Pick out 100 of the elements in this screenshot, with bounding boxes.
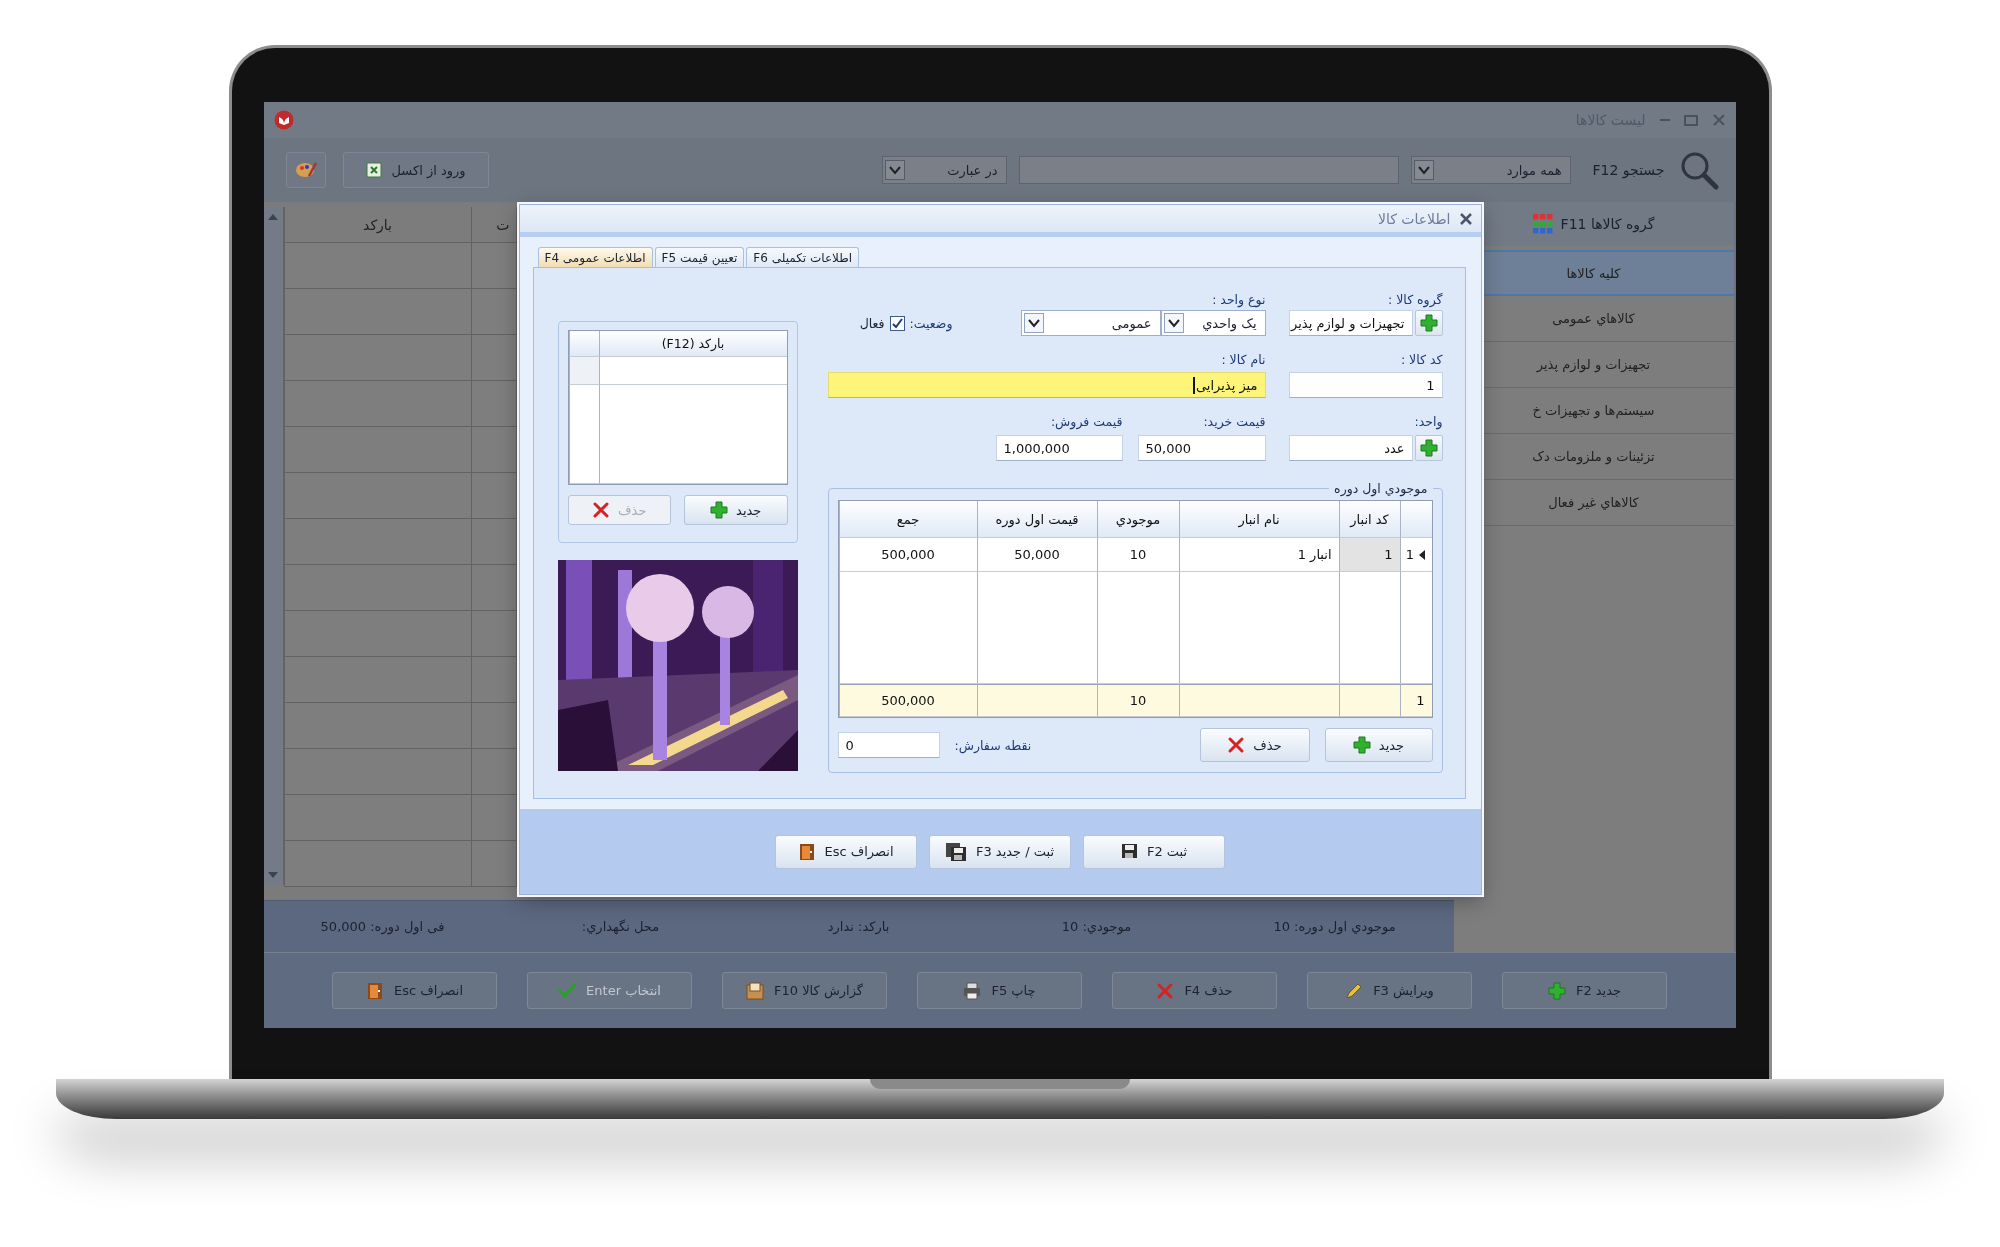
caret-icon <box>1163 313 1184 333</box>
search-label: جستجو F12 <box>1592 162 1665 178</box>
dialog-button[interactable]: ثبت F2 <box>1083 834 1225 869</box>
sale-price-field[interactable]: 1,000,000 <box>995 435 1123 461</box>
table-cell <box>470 289 516 335</box>
name-field[interactable]: میز پذیرایی <box>827 372 1266 398</box>
table-cell: انبار 1 <box>1178 538 1339 572</box>
status-text: موجودي اول دوره: 10 <box>1273 919 1396 935</box>
column-header <box>568 331 599 357</box>
grid-icon <box>1532 214 1553 234</box>
field-label: کد کالا : <box>1399 351 1443 367</box>
table-cell <box>470 749 516 795</box>
stock-button[interactable]: حذف <box>1199 728 1310 762</box>
table-cell <box>1338 684 1400 717</box>
unit-type-dropdown[interactable]: یک واحدي <box>1160 310 1266 336</box>
caret-icon <box>1023 313 1044 333</box>
table-cell <box>470 841 516 887</box>
down-arrow-icon <box>267 871 279 880</box>
reorder-field[interactable]: 0 <box>837 732 940 758</box>
app-logo-icon <box>273 110 294 130</box>
search-field[interactable] <box>1018 156 1399 184</box>
table-cell: 500,000 <box>838 684 977 717</box>
plus-icon <box>1352 736 1371 754</box>
group-title: موجودي اول دوره <box>1333 481 1429 496</box>
plus-icon <box>1547 981 1566 1000</box>
column-header: قیمت اول دوره <box>976 501 1097 538</box>
row-pointer-icon <box>1418 548 1427 561</box>
table-cell: 500,000 <box>838 538 977 572</box>
close-icon <box>1711 113 1726 127</box>
barcode-button[interactable]: جدید <box>684 495 788 525</box>
report-icon <box>746 981 764 1000</box>
pencil-icon <box>1345 981 1364 1000</box>
column-header: کد انبار <box>1338 501 1400 538</box>
door-icon <box>798 842 817 861</box>
status-text: موجودي: 10 <box>1061 919 1132 935</box>
plus-icon <box>1419 314 1438 332</box>
maximize-icon <box>1683 113 1698 127</box>
add-button[interactable] <box>1414 310 1443 336</box>
active-checkbox[interactable] <box>889 315 905 331</box>
plus-icon <box>1419 439 1438 457</box>
column-header: موجودي <box>1096 501 1179 538</box>
table-cell <box>470 335 516 381</box>
sidebar-title: گروه کالاها F11 <box>1560 216 1655 232</box>
field-label: قیمت فروش: <box>1049 413 1123 429</box>
cross-icon <box>1156 981 1175 1000</box>
field-label: واحد: <box>1413 413 1443 429</box>
cross-icon <box>592 501 611 519</box>
column-header: بارکد (F12) <box>598 331 787 357</box>
palette-icon <box>294 160 317 180</box>
up-arrow-icon <box>267 213 279 221</box>
column-header: نام انبار <box>1178 501 1339 538</box>
dialog-title: اطلاعات کالا <box>1377 210 1451 227</box>
scope-dropdown[interactable]: همه موارد <box>1410 156 1571 184</box>
checkbox-label: فعال <box>859 315 885 331</box>
purchase-price-field[interactable]: 50,000 <box>1137 435 1266 461</box>
import-excel-button[interactable]: ورود از اکسل <box>342 152 489 188</box>
unit-field[interactable]: عدد <box>1288 435 1413 461</box>
status-text: محل نگهداري: <box>581 919 660 935</box>
add-button[interactable] <box>1414 435 1443 461</box>
caret-icon <box>1413 160 1434 180</box>
status-label: وضعیت: <box>909 315 953 331</box>
table-cell <box>470 519 516 565</box>
printer-icon <box>963 981 982 1000</box>
table-cell <box>470 657 516 703</box>
plus-icon <box>710 501 729 519</box>
caret-icon <box>884 160 905 180</box>
dialog-button[interactable]: ثبت / جدید F3 <box>929 834 1071 869</box>
unit-type-dropdown[interactable]: عمومی <box>1020 310 1161 336</box>
tab[interactable]: اطلاعات تکمیلی F6 <box>746 247 860 267</box>
field-label: نوع واحد : <box>1211 291 1266 307</box>
table-cell <box>470 611 516 657</box>
vertical-scrollbar[interactable] <box>263 207 284 886</box>
palette-button[interactable] <box>285 152 326 188</box>
table-cell: 10 <box>1096 538 1179 572</box>
stock-button[interactable]: جدید <box>1324 728 1433 762</box>
group-field[interactable]: تجهیزات و لوازم پذیر <box>1288 310 1413 336</box>
check-icon <box>891 317 903 329</box>
dialog-button[interactable]: انصراف Esc <box>775 834 917 869</box>
table-cell: 50,000 <box>976 538 1097 572</box>
code-field[interactable]: 1 <box>1288 372 1443 398</box>
tab[interactable]: اطلاعات عمومی F4 <box>537 247 653 267</box>
row-header: 1 <box>1399 538 1432 572</box>
floppy-disks-icon <box>945 842 968 861</box>
table-cell <box>470 565 516 611</box>
status-text: بارکد: ندارد <box>827 919 890 935</box>
match-dropdown[interactable]: در عبارت <box>881 156 1007 184</box>
check-icon <box>558 981 577 1000</box>
column-header: جمع <box>838 501 977 538</box>
tab[interactable]: تعیین قیمت F5 <box>654 247 745 267</box>
row-header: 1 <box>1399 684 1432 717</box>
column-header: ت <box>470 207 516 243</box>
door-icon <box>366 981 384 1000</box>
table-cell <box>470 795 516 841</box>
close-icon <box>1458 211 1473 226</box>
status-text: فی اول دوره: 50,000 <box>320 919 445 935</box>
table-cell <box>470 427 516 473</box>
column-header <box>1399 501 1432 538</box>
table-cell <box>470 381 516 427</box>
field-label: نام کالا : <box>1220 351 1266 367</box>
spreadsheet-icon <box>365 162 382 178</box>
